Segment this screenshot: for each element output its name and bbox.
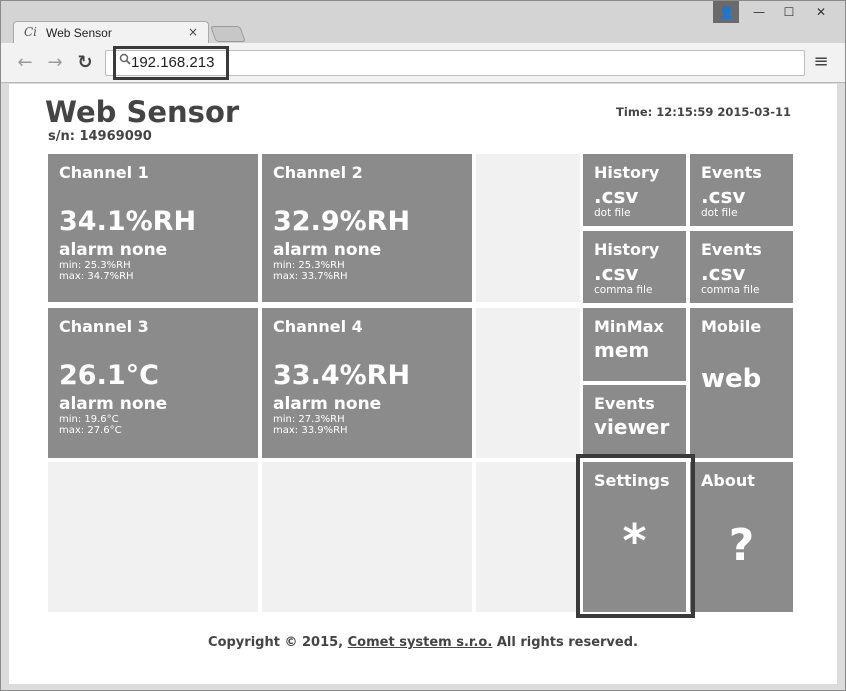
tile-subtitle: web <box>701 364 762 394</box>
tile-format: .csv <box>701 184 746 208</box>
channel-2-tile[interactable]: Channel 2 32.9%RH alarm none min: 25.3%R… <box>262 154 472 302</box>
tile-subtitle: comma file <box>594 284 653 296</box>
channel-value: 34.1%RH <box>59 206 197 237</box>
channel-title: Channel 3 <box>59 317 149 336</box>
page-title: Web Sensor <box>45 95 240 129</box>
close-tab-icon[interactable]: × <box>188 25 198 39</box>
minmax-mem-tile[interactable]: MinMax mem <box>583 308 686 381</box>
channel-alarm: alarm none <box>59 394 168 414</box>
channel-min: min: 25.3%RH <box>273 260 345 271</box>
events-csv-dot-tile[interactable]: Events .csv dot file <box>690 154 793 226</box>
copyright-suffix: All rights reserved. <box>492 635 638 650</box>
window-close-icon[interactable]: ✕ <box>805 1 837 23</box>
page-viewport: Web Sensor s/n: 14969090 Time: 12:15:59 … <box>9 84 837 684</box>
tile-subtitle: mem <box>594 338 650 362</box>
title-bar: Ci Web Sensor × 👤 — ☐ ✕ <box>1 1 845 45</box>
tile-subtitle: dot file <box>594 207 631 219</box>
channel-value: 32.9%RH <box>273 206 411 237</box>
channel-alarm: alarm none <box>59 240 168 260</box>
tile-subtitle: comma file <box>701 284 760 296</box>
browser-tab[interactable]: Ci Web Sensor × <box>13 21 209 45</box>
question-mark-icon: ? <box>728 520 755 571</box>
favicon-icon: Ci <box>24 25 38 39</box>
settings-highlight-box <box>576 454 695 618</box>
tile-title: History <box>594 163 660 182</box>
search-icon <box>119 53 131 68</box>
events-csv-comma-tile[interactable]: Events .csv comma file <box>690 231 793 303</box>
tile-title: Events <box>701 163 762 182</box>
empty-tile <box>262 462 472 612</box>
empty-tile <box>476 154 580 302</box>
tile-title: Mobile <box>701 317 762 336</box>
tile-title: About <box>701 471 755 490</box>
channel-max: max: 33.7%RH <box>273 271 348 282</box>
company-link[interactable]: Comet system s.r.o. <box>348 635 493 650</box>
events-viewer-tile[interactable]: Events viewer <box>583 385 686 458</box>
channel-max: max: 33.9%RH <box>273 425 348 436</box>
channel-min: min: 25.3%RH <box>59 260 131 271</box>
channel-min: min: 27.3%RH <box>273 414 345 425</box>
channel-1-tile[interactable]: Channel 1 34.1%RH alarm none min: 25.3%R… <box>48 154 258 302</box>
tile-subtitle: dot file <box>701 207 738 219</box>
tile-title: Events <box>701 240 762 259</box>
back-arrow-icon[interactable]: ← <box>13 51 37 75</box>
mobile-web-tile[interactable]: Mobile web <box>690 308 793 458</box>
address-text[interactable]: 192.168.213 <box>131 54 214 71</box>
new-tab-button[interactable] <box>210 26 246 42</box>
user-icon[interactable]: 👤 <box>713 1 739 23</box>
channel-max: max: 27.6°C <box>59 425 122 436</box>
channel-3-tile[interactable]: Channel 3 26.1°C alarm none min: 19.6°C … <box>48 308 258 458</box>
serial-number: s/n: 14969090 <box>48 129 152 144</box>
empty-tile <box>48 462 258 612</box>
channel-title: Channel 4 <box>273 317 363 336</box>
forward-arrow-icon[interactable]: → <box>43 51 67 75</box>
history-csv-comma-tile[interactable]: History .csv comma file <box>583 231 686 303</box>
tile-subtitle: viewer <box>594 415 670 439</box>
tile-format: .csv <box>701 261 746 285</box>
channel-title: Channel 2 <box>273 163 363 182</box>
empty-tile <box>476 308 580 458</box>
maximize-icon[interactable]: ☐ <box>773 1 805 23</box>
tile-title: Events <box>594 394 655 413</box>
reload-icon[interactable]: ↻ <box>73 51 97 75</box>
copyright-prefix: Copyright © 2015, <box>208 635 348 650</box>
empty-tile <box>476 462 580 612</box>
copyright-footer: Copyright © 2015, Comet system s.r.o. Al… <box>9 635 837 650</box>
history-csv-dot-tile[interactable]: History .csv dot file <box>583 154 686 226</box>
channel-alarm: alarm none <box>273 394 382 414</box>
channel-alarm: alarm none <box>273 240 382 260</box>
about-tile[interactable]: About ? <box>690 462 793 612</box>
browser-window: Ci Web Sensor × 👤 — ☐ ✕ ← → ↻ 192.168.21… <box>0 0 846 691</box>
tile-format: .csv <box>594 184 639 208</box>
channel-4-tile[interactable]: Channel 4 33.4%RH alarm none min: 27.3%R… <box>262 308 472 458</box>
channel-title: Channel 1 <box>59 163 149 182</box>
channel-value: 33.4%RH <box>273 360 411 391</box>
menu-icon[interactable]: ≡ <box>811 51 831 73</box>
tile-title: History <box>594 240 660 259</box>
channel-max: max: 34.7%RH <box>59 271 134 282</box>
tile-title: MinMax <box>594 317 664 336</box>
tab-title: Web Sensor <box>46 26 112 40</box>
current-time: Time: 12:15:59 2015-03-11 <box>616 105 791 119</box>
channel-value: 26.1°C <box>59 360 159 391</box>
channel-min: min: 19.6°C <box>59 414 119 425</box>
minimize-icon[interactable]: — <box>743 1 775 23</box>
tile-format: .csv <box>594 261 639 285</box>
